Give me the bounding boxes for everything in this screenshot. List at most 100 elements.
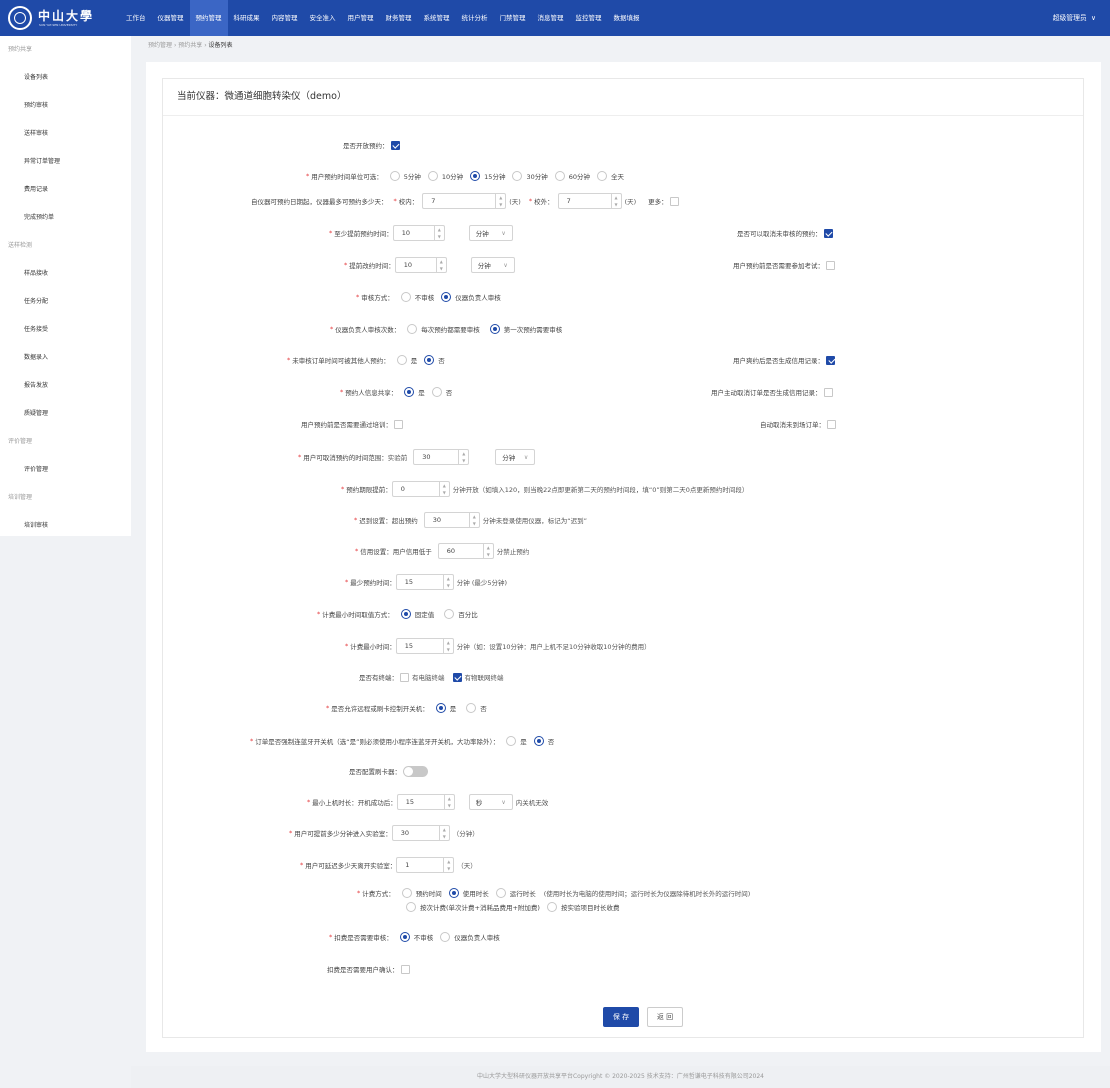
unit-radio[interactable] [512,171,523,181]
remote-radio[interactable] [466,703,477,713]
out-days-input[interactable]: 7 ▲ ▼ [557,193,622,209]
nav-item-stats[interactable]: 统计分析 [456,0,494,36]
sidebar-item-fee-records[interactable]: 费用记录 [0,176,131,204]
review-count-radio[interactable] [407,324,418,334]
billing-radio[interactable] [448,888,459,898]
breadcrumb-item[interactable]: 预约管理 [148,42,172,49]
user-menu[interactable]: 超级管理员 ∨ [1053,0,1096,36]
cancel-range-input[interactable]: 30 ▲ ▼ [413,449,470,465]
nav-item-booking[interactable]: 预约管理 [189,0,228,36]
share-radio[interactable] [404,387,415,397]
sidebar-item-task-assign[interactable]: 任务分配 [0,288,131,316]
billing-radio[interactable] [401,888,412,898]
billing-radio[interactable] [406,902,416,912]
sidebar-item-sample-review[interactable]: 送样审核 [0,120,131,148]
period-input[interactable]: 0 ▲ ▼ [391,481,450,497]
nav-item-workbench[interactable]: 工作台 [120,0,152,36]
confirm-checkbox[interactable] [400,964,410,974]
nav-item-instrument[interactable]: 仪器管理 [152,0,190,36]
unit-radio[interactable] [470,171,481,181]
stepper-arrows-icon[interactable]: ▲ ▼ [442,639,453,653]
save-button[interactable]: 保 存 [603,1007,639,1027]
breadcrumb-item[interactable]: 预约共享 [178,42,202,49]
bluetooth-radio[interactable] [506,736,517,746]
credit-after-checkbox[interactable] [826,355,835,365]
leave-input[interactable]: 1 ▲ ▼ [396,857,455,873]
auto-cancel-checkbox[interactable] [827,419,836,429]
in-days-input[interactable]: 7 ▲ ▼ [422,193,507,209]
stepper-arrows-icon[interactable]: ▲ ▼ [482,544,493,558]
sidebar-item-task-accept[interactable]: 任务接受 [0,316,131,344]
min-time-input[interactable]: 15 ▲ ▼ [395,574,454,590]
bill-mode-radio[interactable] [444,609,455,619]
iot-terminal-checkbox[interactable] [452,672,462,682]
cancel-unreviewed-checkbox[interactable] [823,228,833,238]
late-input[interactable]: 30 ▲ ▼ [423,512,480,528]
nav-item-research[interactable]: 科研成果 [228,0,266,36]
review-mode-radio[interactable] [400,292,411,302]
credit-score-input[interactable]: 60 ▲ ▼ [437,543,494,559]
nav-item-system[interactable]: 系统管理 [418,0,456,36]
sidebar-item-completed[interactable]: 完成预约单 [0,204,131,232]
min-power-unit-select[interactable]: 秒 ∨ [468,794,513,810]
cancel-range-unit-select[interactable]: 分钟 ∨ [495,449,536,465]
bill-mode-radio[interactable] [400,609,411,619]
sidebar-item-evaluation[interactable]: 评价管理 [0,456,131,484]
nav-item-monitor[interactable]: 监控管理 [570,0,608,36]
review-mode-radio[interactable] [441,292,452,302]
open-checkbox[interactable] [390,140,400,150]
modify-unit-select[interactable]: 分钟 ∨ [470,257,515,273]
more-checkbox[interactable] [669,196,679,206]
billing-radio[interactable] [546,902,557,912]
stepper-arrows-icon[interactable]: ▲ ▼ [610,194,621,208]
nav-item-safety[interactable]: 安全准入 [304,0,342,36]
bill-min-input[interactable]: 15 ▲ ▼ [395,638,454,654]
stepper-arrows-icon[interactable]: ▲ ▼ [435,258,446,272]
stepper-arrows-icon[interactable]: ▲ ▼ [433,226,444,240]
university-logo[interactable]: 中山大學 SUN YAT-SEN UNIVERSITY [8,6,106,30]
remote-radio[interactable] [435,703,446,713]
stepper-arrows-icon[interactable]: ▲ ▼ [495,194,505,208]
credit-cancel-checkbox[interactable] [823,387,833,397]
exam-checkbox[interactable] [826,260,835,270]
min-power-input[interactable]: 15 ▲ ▼ [396,794,455,810]
nav-item-messages[interactable]: 消息管理 [532,0,570,36]
nav-item-report[interactable]: 数据填报 [608,0,646,36]
stepper-arrows-icon[interactable]: ▲ ▼ [443,858,453,872]
nav-item-access[interactable]: 门禁管理 [494,0,532,36]
enter-input[interactable]: 30 ▲ ▼ [391,825,450,841]
deduct-radio[interactable] [399,932,410,942]
stepper-arrows-icon[interactable]: ▲ ▼ [458,450,468,464]
stepper-arrows-icon[interactable]: ▲ ▼ [443,795,454,809]
stepper-arrows-icon[interactable]: ▲ ▼ [438,482,449,496]
stepper-arrows-icon[interactable]: ▲ ▼ [468,513,479,527]
unit-radio[interactable] [554,171,565,181]
nav-item-users[interactable]: 用户管理 [342,0,380,36]
modify-input[interactable]: 10 ▲ ▼ [394,257,447,273]
share-radio[interactable] [431,387,442,397]
nav-item-content[interactable]: 内容管理 [266,0,304,36]
advance-input[interactable]: 10 ▲ ▼ [392,225,445,241]
advance-unit-select[interactable]: 分钟 ∨ [468,225,513,241]
sidebar-item-sample-receive[interactable]: 样品接收 [0,260,131,288]
sidebar-item-training-review[interactable]: 培训审核 [0,512,131,540]
sidebar-item-report-issue[interactable]: 报告发放 [0,372,131,400]
unit-radio[interactable] [389,171,400,181]
sidebar-item-device-list[interactable]: 设备列表 [0,64,131,92]
stepper-arrows-icon[interactable]: ▲ ▼ [438,826,449,840]
pc-terminal-checkbox[interactable] [400,672,409,682]
card-reader-toggle[interactable] [403,765,428,777]
bluetooth-radio[interactable] [533,736,544,746]
stepper-arrows-icon[interactable]: ▲ ▼ [442,575,453,589]
sidebar-item-abnormal-orders[interactable]: 异常订单管理 [0,148,131,176]
sidebar-item-query[interactable]: 质疑管理 [0,400,131,428]
billing-radio[interactable] [495,888,506,898]
occupy-radio[interactable] [424,355,435,365]
deduct-radio[interactable] [440,932,451,942]
unit-radio[interactable] [597,171,608,181]
review-count-radio[interactable] [489,324,500,334]
training-checkbox[interactable] [394,419,403,429]
sidebar-item-booking-review[interactable]: 预约审核 [0,92,131,120]
nav-item-finance[interactable]: 财务管理 [380,0,418,36]
occupy-radio[interactable] [396,355,407,365]
